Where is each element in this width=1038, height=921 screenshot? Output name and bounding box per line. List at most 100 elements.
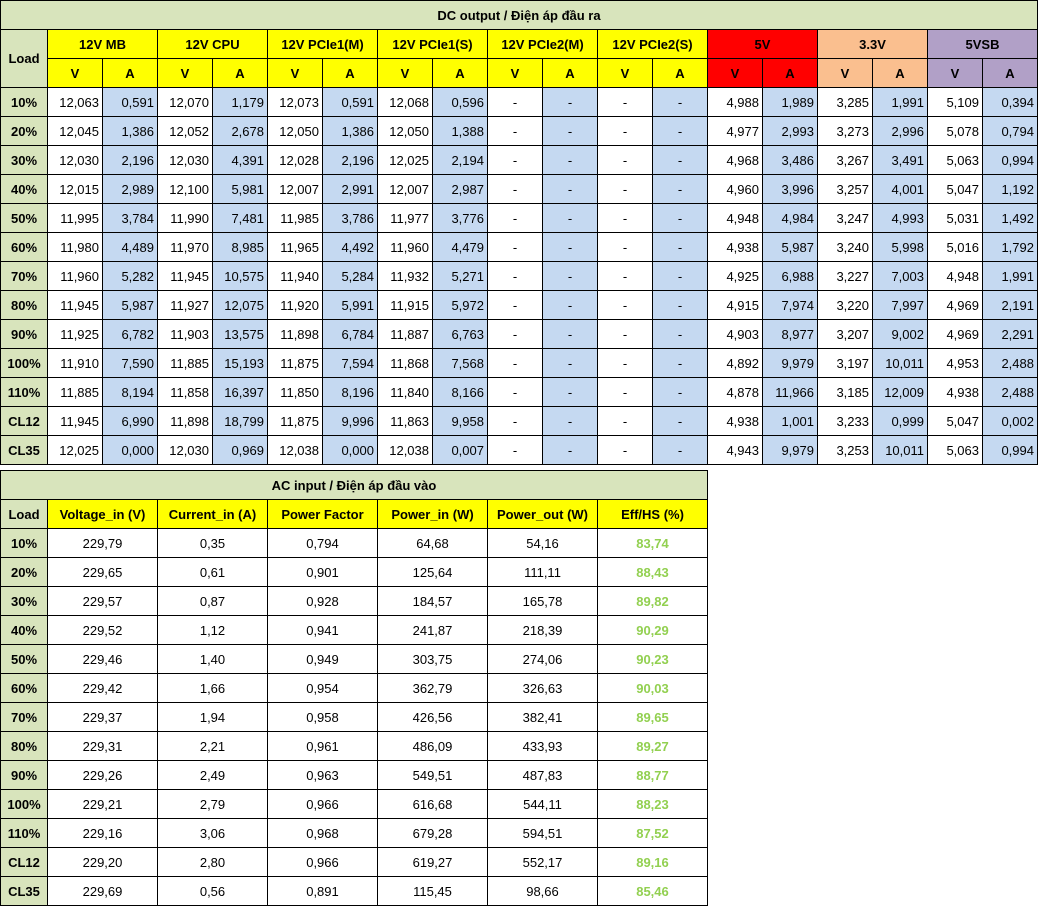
voltage-cell: 11,898	[267, 319, 323, 349]
table-cell: 229,57	[47, 586, 158, 616]
current-cell: 7,003	[872, 261, 928, 291]
table-cell: 229,37	[47, 702, 158, 732]
current-cell: 15,193	[212, 348, 268, 378]
voltage-cell: 11,920	[267, 290, 323, 320]
voltage-cell: -	[597, 145, 653, 175]
voltage-cell: 3,185	[817, 377, 873, 407]
efficiency-cell: 88,77	[597, 760, 708, 790]
current-cell: 4,391	[212, 145, 268, 175]
voltage-cell: 3,253	[817, 435, 873, 465]
table-cell: 229,20	[47, 847, 158, 877]
voltage-cell: -	[597, 348, 653, 378]
load-label: 40%	[0, 174, 48, 204]
voltage-cell: -	[487, 377, 543, 407]
table-cell: 229,46	[47, 644, 158, 674]
table-cell: 382,41	[487, 702, 598, 732]
rail-header-3-3v: 3.3V	[817, 29, 928, 59]
current-cell: -	[652, 145, 708, 175]
load-label: 10%	[0, 528, 48, 558]
voltage-cell: 12,030	[157, 435, 213, 465]
voltage-cell: 12,100	[157, 174, 213, 204]
load-label: 100%	[0, 348, 48, 378]
current-cell: -	[542, 232, 598, 262]
table-cell: 229,65	[47, 557, 158, 587]
column-header: Eff/HS (%)	[597, 499, 708, 529]
voltage-cell: 4,915	[707, 290, 763, 320]
voltage-cell: 12,007	[267, 174, 323, 204]
current-cell: 12,075	[212, 290, 268, 320]
voltage-cell: -	[597, 232, 653, 262]
current-subheader: A	[652, 58, 708, 88]
table-cell: 111,11	[487, 557, 598, 587]
voltage-cell: 11,945	[47, 406, 103, 436]
rail-header-12v-pcie1-s: 12V PCIe1(S)	[377, 29, 488, 59]
voltage-subheader: V	[707, 58, 763, 88]
voltage-cell: 3,257	[817, 174, 873, 204]
voltage-cell: 4,948	[927, 261, 983, 291]
load-column-header: Load	[0, 29, 48, 88]
current-cell: 6,784	[322, 319, 378, 349]
efficiency-cell: 90,23	[597, 644, 708, 674]
voltage-cell: -	[597, 261, 653, 291]
voltage-cell: -	[597, 116, 653, 146]
current-cell: 6,782	[102, 319, 158, 349]
table-row: CL12 229,20 2,80 0,966 619,27 552,17 89,16	[0, 847, 708, 877]
current-subheader: A	[982, 58, 1038, 88]
table-cell: 0,901	[267, 557, 378, 587]
voltage-subheader: V	[47, 58, 103, 88]
rail-header-5v: 5V	[707, 29, 818, 59]
voltage-cell: 5,016	[927, 232, 983, 262]
current-cell: 1,792	[982, 232, 1038, 262]
column-header: Power Factor	[267, 499, 378, 529]
voltage-subheader: V	[157, 58, 213, 88]
voltage-cell: 11,940	[267, 261, 323, 291]
table-cell: 229,31	[47, 731, 158, 761]
voltage-cell: 12,038	[377, 435, 433, 465]
current-cell: 1,989	[762, 87, 818, 117]
current-cell: 5,987	[762, 232, 818, 262]
current-cell: 1,001	[762, 406, 818, 436]
table-cell: 0,966	[267, 789, 378, 819]
ac-input-title: AC input / Điện áp đầu vào	[0, 470, 708, 500]
current-cell: -	[652, 319, 708, 349]
current-cell: 5,981	[212, 174, 268, 204]
efficiency-cell: 83,74	[597, 528, 708, 558]
current-cell: 8,985	[212, 232, 268, 262]
voltage-cell: 3,247	[817, 203, 873, 233]
rail-header-12v-pcie2-s: 12V PCIe2(S)	[597, 29, 708, 59]
voltage-cell: 11,898	[157, 406, 213, 436]
efficiency-cell: 89,65	[597, 702, 708, 732]
voltage-cell: 12,030	[157, 145, 213, 175]
voltage-cell: 11,927	[157, 290, 213, 320]
voltage-cell: 12,045	[47, 116, 103, 146]
rail-header-12v-mb: 12V MB	[47, 29, 158, 59]
table-row: CL35 229,69 0,56 0,891 115,45 98,66 85,46	[0, 876, 708, 906]
current-cell: 2,488	[982, 377, 1038, 407]
column-header: Voltage_in (V)	[47, 499, 158, 529]
current-subheader: A	[542, 58, 598, 88]
table-cell: 1,66	[157, 673, 268, 703]
dc-subheader-row: VAVAVAVAVAVAVAVAVA	[1, 58, 1038, 88]
table-cell: 229,16	[47, 818, 158, 848]
voltage-cell: 12,050	[267, 116, 323, 146]
voltage-cell: 4,969	[927, 290, 983, 320]
load-column-header: Load	[0, 499, 48, 529]
voltage-cell: 11,910	[47, 348, 103, 378]
table-row: 10% 12,063 0,591 12,070 1,179 12,073 0,591 12,0…	[0, 87, 1038, 117]
voltage-cell: 3,267	[817, 145, 873, 175]
current-cell: 8,977	[762, 319, 818, 349]
voltage-cell: 11,980	[47, 232, 103, 262]
voltage-cell: 5,031	[927, 203, 983, 233]
current-cell: -	[542, 174, 598, 204]
table-cell: 433,93	[487, 731, 598, 761]
column-header: Current_in (A)	[157, 499, 268, 529]
current-cell: 0,994	[982, 435, 1038, 465]
voltage-cell: 11,970	[157, 232, 213, 262]
table-cell: 274,06	[487, 644, 598, 674]
table-cell: 0,963	[267, 760, 378, 790]
table-cell: 1,40	[157, 644, 268, 674]
voltage-cell: 11,977	[377, 203, 433, 233]
voltage-cell: 12,073	[267, 87, 323, 117]
current-cell: -	[652, 116, 708, 146]
current-cell: 5,271	[432, 261, 488, 291]
